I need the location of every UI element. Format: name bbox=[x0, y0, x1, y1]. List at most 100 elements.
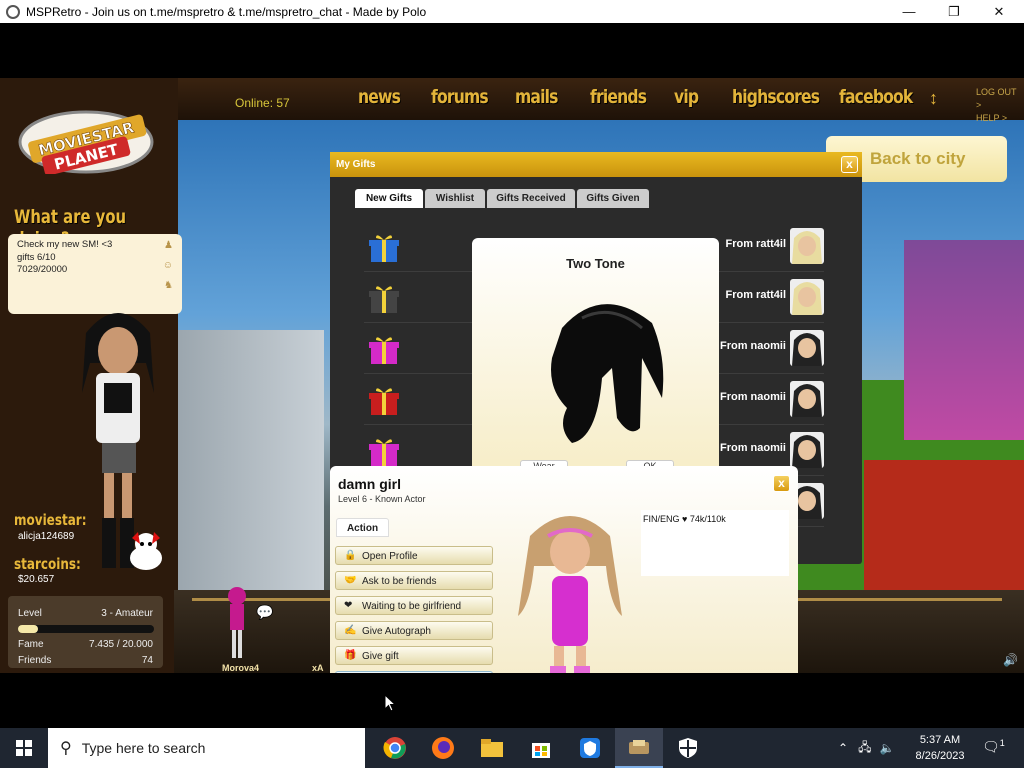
sender-avatar[interactable] bbox=[790, 432, 824, 468]
nav-facebook[interactable]: facebook bbox=[839, 86, 913, 108]
room-avatar-morova4[interactable] bbox=[224, 584, 250, 662]
file-explorer-icon[interactable] bbox=[468, 728, 516, 768]
profile-close-button[interactable]: x bbox=[773, 475, 790, 492]
tab-new-gifts[interactable]: New Gifts bbox=[355, 189, 423, 208]
pet-dog-icon[interactable] bbox=[122, 528, 170, 576]
room-name-xa[interactable]: xA bbox=[312, 663, 324, 673]
notification-center-icon[interactable]: 🗨1 bbox=[982, 738, 1005, 756]
nav-news[interactable]: news bbox=[358, 86, 401, 108]
gift-box-icon[interactable] bbox=[368, 385, 400, 417]
give-gift-button[interactable]: 🎁 Give gift bbox=[335, 646, 493, 665]
close-window-button[interactable]: ✕ bbox=[976, 0, 1022, 23]
firefox-icon[interactable] bbox=[419, 728, 467, 768]
mspretro-app-icon[interactable] bbox=[615, 728, 663, 768]
search-icon: ⚲ bbox=[60, 740, 72, 757]
gift-box-icon[interactable] bbox=[368, 232, 400, 264]
game-area: Online: 57 news forums mails friends vip… bbox=[0, 78, 1024, 673]
city-building-purple bbox=[904, 240, 1024, 440]
two-tone-hair-icon bbox=[551, 304, 664, 443]
microsoft-store-icon[interactable] bbox=[517, 728, 565, 768]
level-progress-fill bbox=[18, 625, 39, 633]
item-preview-popup: Two Tone Wear OK bbox=[472, 238, 719, 487]
nav-mails[interactable]: mails bbox=[515, 86, 558, 108]
fame-label: Fame bbox=[18, 639, 44, 650]
give-autograph-button[interactable]: ✍ Give Autograph bbox=[335, 621, 493, 640]
nav-highscores[interactable]: highscores bbox=[732, 86, 820, 108]
status-icon-figure[interactable]: ♟ bbox=[164, 240, 173, 253]
nav-vip[interactable]: vip bbox=[674, 86, 699, 108]
open-profile-button[interactable]: 🔒 Open Profile bbox=[335, 546, 493, 565]
waiting-to-be-girlfriend-button[interactable]: ❤ Waiting to be girlfriend bbox=[335, 596, 493, 615]
profile-level: Level 6 - Known Actor bbox=[338, 494, 426, 504]
search-placeholder: Type here to search bbox=[81, 740, 206, 756]
notification-count: 1 bbox=[999, 738, 1005, 748]
tray-chevron-icon[interactable]: ⌃ bbox=[838, 741, 848, 755]
chrome-icon[interactable] bbox=[371, 728, 419, 768]
ask-to-be-friends-button[interactable]: 🤝 Ask to be friends bbox=[335, 571, 493, 590]
network-icon[interactable]: 🖧 bbox=[858, 738, 871, 759]
minimize-button[interactable]: — bbox=[886, 0, 932, 23]
tab-wishlist[interactable]: Wishlist bbox=[425, 189, 485, 208]
tab-gifts-received[interactable]: Gifts Received bbox=[487, 189, 575, 208]
speaker-icon[interactable]: 🔊 bbox=[1003, 653, 1018, 667]
button-icon: 🎁 bbox=[344, 650, 357, 661]
window-titlebar: MSPRetro - Join us on t.me/mspretro & t.… bbox=[0, 0, 1024, 23]
item-name: Two Tone bbox=[566, 256, 625, 271]
logout-help: LOG OUT > HELP > bbox=[976, 86, 1024, 125]
status-icon-face[interactable]: ☺ bbox=[163, 260, 173, 273]
button-label: Open Profile bbox=[362, 551, 418, 562]
security-shield-icon[interactable] bbox=[664, 728, 712, 768]
sender-avatar[interactable] bbox=[790, 330, 824, 366]
logout-link[interactable]: LOG OUT > bbox=[976, 86, 1024, 112]
mouse-cursor-icon bbox=[384, 694, 396, 712]
gifts-close-button[interactable]: x bbox=[841, 156, 858, 173]
vpn-shield-icon[interactable] bbox=[566, 728, 614, 768]
help-link[interactable]: HELP > bbox=[976, 112, 1024, 125]
taskbar-search-box[interactable]: ⚲ Type here to search bbox=[48, 728, 365, 768]
nav-scroll-arrow-icon[interactable]: ↕ bbox=[929, 88, 938, 109]
windows-logo-icon bbox=[16, 740, 32, 756]
gift-box-icon[interactable] bbox=[368, 334, 400, 366]
send-mail-button[interactable]: ✉Send Mail bbox=[335, 671, 493, 673]
friends-label: Friends bbox=[18, 655, 52, 666]
username: alicja124689 bbox=[18, 531, 75, 542]
windows-taskbar: ⚲ Type here to search ⌃ 🖧 🔈 5:37 AM 8/26… bbox=[0, 728, 1024, 768]
button-label: Give gift bbox=[362, 651, 399, 662]
starcoins-value: $20.657 bbox=[18, 574, 55, 585]
fame-value: 7.435 / 20.000 bbox=[89, 639, 153, 650]
level-value: 3 - Amateur bbox=[101, 608, 153, 619]
status-line-1: Check my new SM! <3 bbox=[17, 239, 113, 250]
moviestar-planet-logo[interactable]: MOVIESTAR PLANET bbox=[14, 102, 159, 174]
nav-forums[interactable]: forums bbox=[431, 86, 489, 108]
button-label: Waiting to be girlfriend bbox=[362, 601, 462, 612]
status-icon-pet[interactable]: ♞ bbox=[164, 280, 173, 293]
gift-sender: From naomii bbox=[719, 391, 786, 403]
button-icon: 🔒 bbox=[344, 550, 357, 561]
gift-box-icon[interactable] bbox=[368, 436, 400, 468]
stats-panel: Level 3 - Amateur Fame 7.435 / 20.000 Fr… bbox=[8, 596, 163, 668]
nav-friends[interactable]: friends bbox=[590, 86, 647, 108]
sender-avatar[interactable] bbox=[790, 381, 824, 417]
sender-avatar[interactable] bbox=[790, 228, 824, 264]
status-bubble[interactable]: Check my new SM! <3 gifts 6/10 7029/2000… bbox=[8, 234, 182, 314]
window-title: MSPRetro - Join us on t.me/mspretro & t.… bbox=[26, 4, 427, 19]
gift-box-icon[interactable] bbox=[368, 283, 400, 315]
status-line-2: gifts 6/10 bbox=[17, 251, 56, 263]
tab-action[interactable]: Action bbox=[336, 518, 389, 537]
starcoins-label: starcoins: bbox=[14, 555, 81, 573]
tab-gifts-given[interactable]: Gifts Given bbox=[577, 189, 649, 208]
moviestar-label: moviestar: bbox=[14, 511, 87, 529]
maximize-button[interactable]: ❐ bbox=[931, 0, 977, 23]
chat-bubble-icon[interactable]: 💬 bbox=[256, 604, 273, 621]
gift-sender: From naomii bbox=[719, 442, 786, 454]
my-gifts-title: My Gifts bbox=[330, 152, 862, 177]
button-icon: ❤ bbox=[344, 600, 353, 611]
volume-icon[interactable]: 🔈 bbox=[879, 741, 894, 755]
sender-avatar[interactable] bbox=[790, 279, 824, 315]
clock-date: 8/26/2023 bbox=[915, 750, 965, 762]
taskbar-clock[interactable]: 5:37 AM 8/26/2023 bbox=[904, 732, 976, 764]
system-tray: ⌃ 🖧 🔈 bbox=[838, 728, 894, 768]
start-button[interactable] bbox=[0, 728, 48, 768]
room-name-morova4[interactable]: Morova4 bbox=[222, 663, 259, 673]
button-icon: ✍ bbox=[344, 625, 357, 636]
